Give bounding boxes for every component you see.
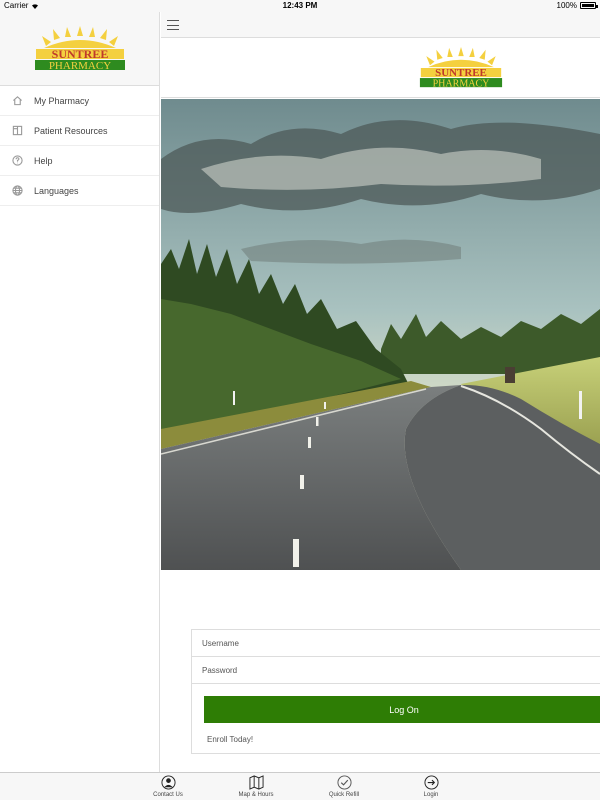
help-icon [10, 154, 24, 168]
sidebar: SUNTREE PHARMACY My Pharmacy Patient Res… [0, 12, 160, 772]
battery-percent: 100% [556, 1, 577, 10]
svg-text:PHARMACY: PHARMACY [48, 60, 110, 72]
home-icon [10, 94, 24, 108]
sidebar-item-languages[interactable]: Languages [0, 176, 159, 206]
book-icon [10, 124, 24, 138]
suntree-pharmacy-logo: SUNTREE PHARMACY [419, 46, 502, 89]
sidebar-item-help[interactable]: Help [0, 146, 159, 176]
main-content: SUNTREE PHARMACY Username Log On Enroll … [161, 12, 600, 772]
checkmark-icon [336, 775, 352, 790]
sidebar-item-label: Patient Resources [34, 125, 108, 136]
tab-map-hours[interactable]: Map & Hours [226, 775, 286, 798]
tab-quick-refill[interactable]: Quick Refill [314, 775, 374, 798]
login-icon [423, 775, 439, 790]
sidebar-item-label: Help [34, 155, 53, 166]
suntree-pharmacy-logo: SUNTREE PHARMACY [34, 25, 125, 72]
tab-label: Login [423, 792, 439, 798]
login-form: Log On Enroll Today! [191, 629, 600, 754]
tab-label: Quick Refill [328, 792, 360, 798]
sidebar-item-label: Languages [34, 185, 79, 196]
password-row [192, 657, 600, 684]
hero-image [161, 99, 600, 570]
tab-bar: Contact Us Map & Hours Quick Refill Logi… [0, 772, 600, 800]
battery-icon [580, 2, 598, 9]
tab-login[interactable]: Login [401, 775, 461, 798]
status-time: 12:43 PM [282, 1, 318, 10]
sidebar-item-my-pharmacy[interactable]: My Pharmacy [0, 86, 159, 116]
username-field[interactable] [202, 630, 600, 656]
svg-text:SUNTREE: SUNTREE [51, 47, 108, 61]
tab-contact-us[interactable]: Contact Us [138, 775, 198, 798]
tab-label: Contact Us [153, 792, 183, 798]
top-bar [161, 12, 600, 38]
globe-icon [10, 184, 24, 198]
sidebar-item-patient-resources[interactable]: Patient Resources [0, 116, 159, 146]
menu-icon[interactable] [167, 20, 179, 30]
contact-icon [160, 775, 176, 790]
status-bar: Carrier 12:43 PM 100% [0, 0, 600, 12]
log-on-button[interactable]: Log On [204, 696, 600, 723]
map-icon [248, 775, 264, 790]
sidebar-item-label: My Pharmacy [34, 95, 90, 106]
tab-label: Map & Hours [238, 792, 274, 798]
svg-text:PHARMACY: PHARMACY [432, 78, 489, 89]
password-field[interactable] [202, 657, 600, 683]
username-row [192, 630, 600, 657]
enroll-today-link[interactable]: Enroll Today! [207, 735, 253, 744]
